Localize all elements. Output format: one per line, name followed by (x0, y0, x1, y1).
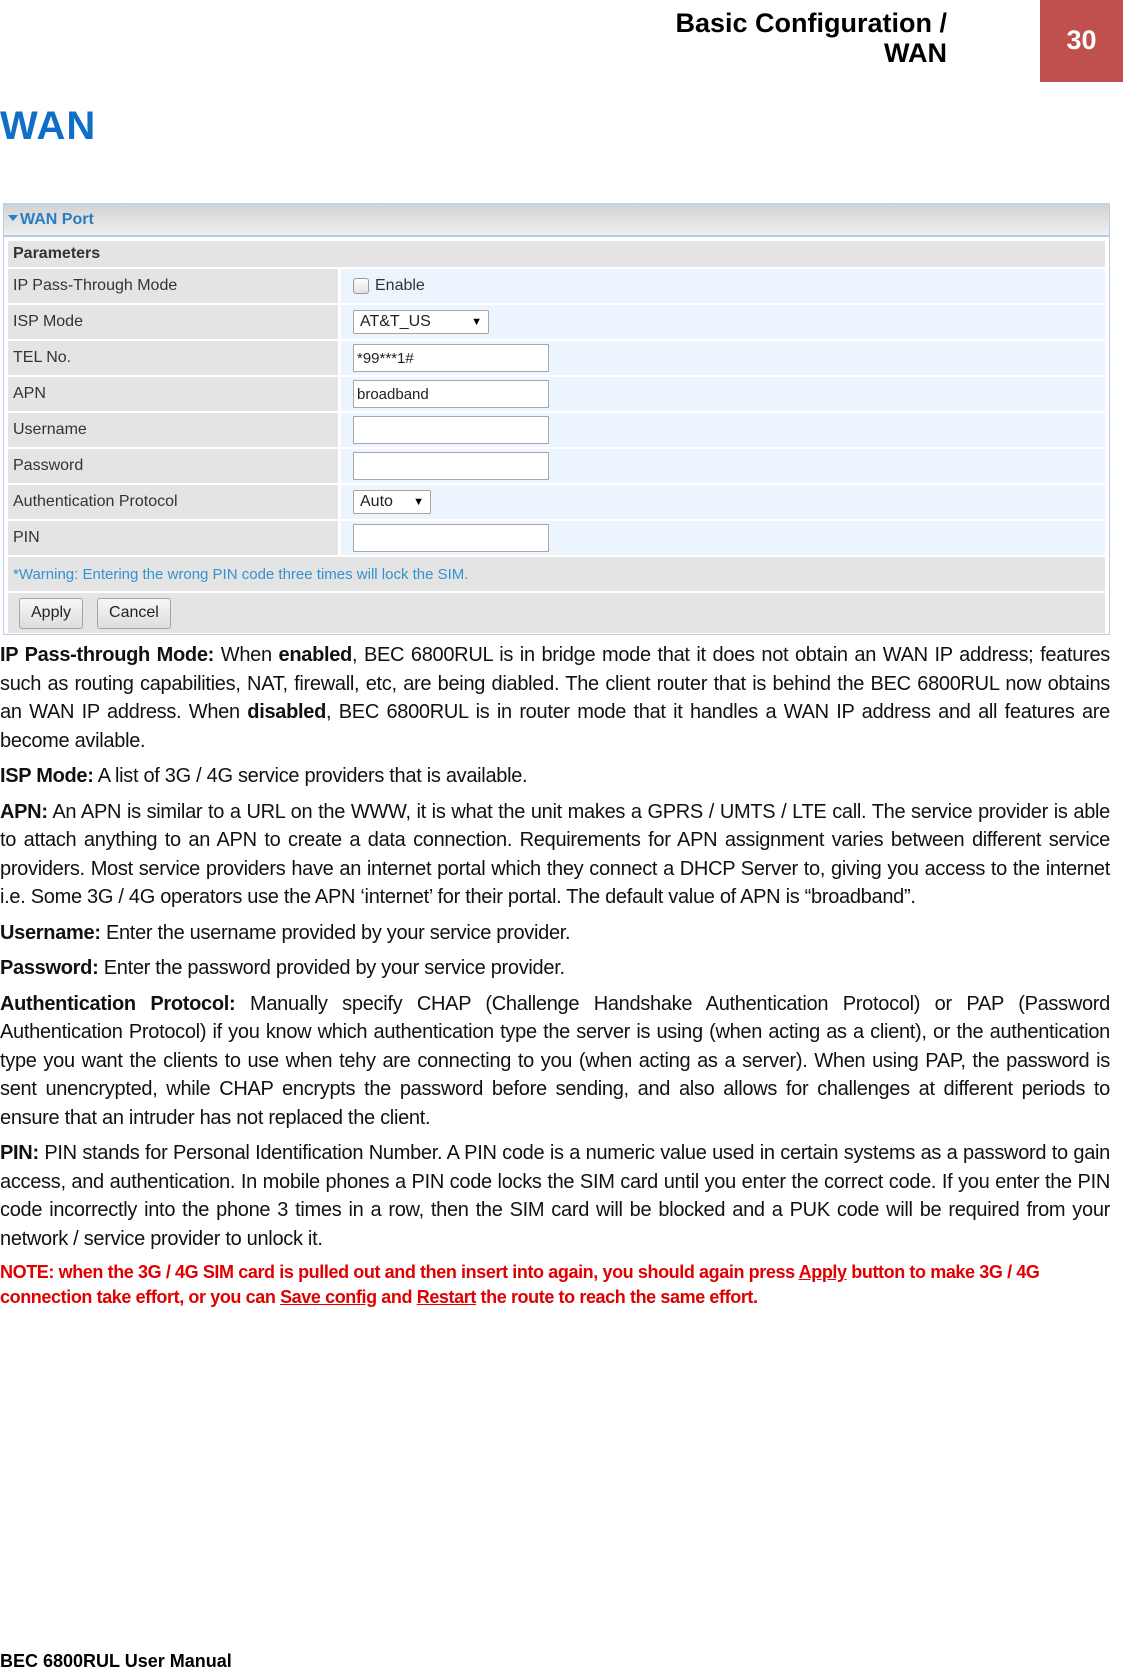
desc-auth-protocol: Authentication Protocol: Manually specif… (0, 990, 1110, 1133)
save-config-link[interactable]: Save config (280, 1287, 377, 1307)
pin-warning: *Warning: Entering the wrong PIN code th… (8, 557, 1105, 591)
row-password: Password (8, 449, 1105, 483)
apply-link[interactable]: Apply (799, 1262, 847, 1282)
page-number-badge: 30 (1040, 0, 1123, 82)
desc-ip-pass-through: IP Pass-through Mode: When enabled, BEC … (0, 641, 1110, 755)
term: Password: (0, 957, 99, 979)
note-text: NOTE: when the 3G / 4G SIM card is pulle… (0, 1262, 799, 1282)
tel-no-input[interactable]: *99***1# (353, 344, 549, 372)
button-row: Apply Cancel (8, 593, 1105, 633)
field-label: PIN (8, 521, 338, 555)
running-header: Basic Configuration / WAN (675, 8, 947, 68)
password-input[interactable] (353, 452, 549, 480)
pin-input[interactable] (353, 524, 549, 552)
ip-pass-through-checkbox[interactable] (353, 278, 369, 294)
desc-text: When (214, 644, 279, 666)
term: Authentication Protocol: (0, 992, 236, 1015)
desc-text: An APN is similar to a URL on the WWW, i… (0, 800, 1110, 909)
desc-text: PIN stands for Personal Identification N… (0, 1142, 1110, 1250)
apply-button[interactable]: Apply (19, 597, 84, 629)
desc-password: Password: Enter the password provided by… (0, 954, 1110, 983)
header-section-line2: WAN (884, 38, 947, 68)
row-pin: PIN (8, 521, 1105, 555)
desc-text: Enter the username provided by your serv… (100, 921, 571, 944)
row-username: Username (8, 413, 1105, 447)
row-ip-pass-through: IP Pass-Through Mode Enable (8, 269, 1105, 303)
field-label: Authentication Protocol (8, 485, 338, 519)
term: APN: (0, 800, 48, 823)
term: ISP Mode: (0, 765, 94, 787)
field-label: APN (8, 377, 338, 411)
page-title: WAN (0, 104, 97, 148)
desc-apn: APN: An APN is similar to a URL on the W… (0, 798, 1110, 912)
emphasis: disabled (247, 701, 327, 723)
desc-text: A list of 3G / 4G service providers that… (93, 765, 528, 787)
field-label: Username (8, 413, 338, 447)
field-label: TEL No. (8, 341, 338, 375)
section-header: Parameters (8, 241, 1105, 267)
dropdown-arrow-icon: ▼ (413, 496, 424, 508)
term: IP Pass-through Mode: (0, 644, 215, 666)
field-label: IP Pass-Through Mode (8, 269, 338, 303)
apn-input[interactable]: broadband (353, 380, 549, 408)
desc-isp-mode: ISP Mode: A list of 3G / 4G service prov… (0, 762, 1110, 791)
wan-port-panel: WAN Port Parameters IP Pass-Through Mode… (3, 203, 1110, 635)
checkbox-label[interactable]: Enable (375, 277, 425, 295)
username-input[interactable] (353, 416, 549, 444)
desc-pin: PIN: PIN stands for Personal Identificat… (0, 1139, 1110, 1253)
note: NOTE: when the 3G / 4G SIM card is pulle… (0, 1260, 1110, 1310)
isp-mode-select[interactable]: AT&T_US ▼ (353, 310, 489, 334)
row-auth-protocol: Authentication Protocol Auto ▼ (8, 485, 1105, 519)
term: Username: (0, 921, 101, 944)
row-apn: APN broadband (8, 377, 1105, 411)
description-body: IP Pass-through Mode: When enabled, BEC … (0, 641, 1110, 1317)
desc-text: Enter the password provided by your serv… (98, 957, 565, 979)
field-label: Password (8, 449, 338, 483)
footer: BEC 6800RUL User Manual (0, 1651, 232, 1671)
dropdown-arrow-icon: ▼ (471, 316, 482, 328)
emphasis: enabled (278, 644, 353, 666)
cancel-button[interactable]: Cancel (97, 597, 171, 629)
select-value: Auto (360, 493, 393, 510)
field-label: ISP Mode (8, 305, 338, 339)
note-text: the route to reach the same effort. (475, 1287, 758, 1307)
row-isp-mode: ISP Mode AT&T_US ▼ (8, 305, 1105, 339)
auth-protocol-select[interactable]: Auto ▼ (353, 490, 431, 514)
panel-header[interactable]: WAN Port (4, 205, 1109, 237)
header-section-line1: Basic Configuration / (675, 8, 947, 38)
row-tel-no: TEL No. *99***1# (8, 341, 1105, 375)
select-value: AT&T_US (360, 313, 431, 330)
desc-username: Username: Enter the username provided by… (0, 919, 1110, 948)
restart-link[interactable]: Restart (417, 1287, 477, 1307)
note-text: and (376, 1287, 417, 1307)
term: PIN: (0, 1142, 39, 1164)
panel-title: WAN Port (20, 211, 94, 228)
triangle-down-icon[interactable] (8, 215, 18, 221)
